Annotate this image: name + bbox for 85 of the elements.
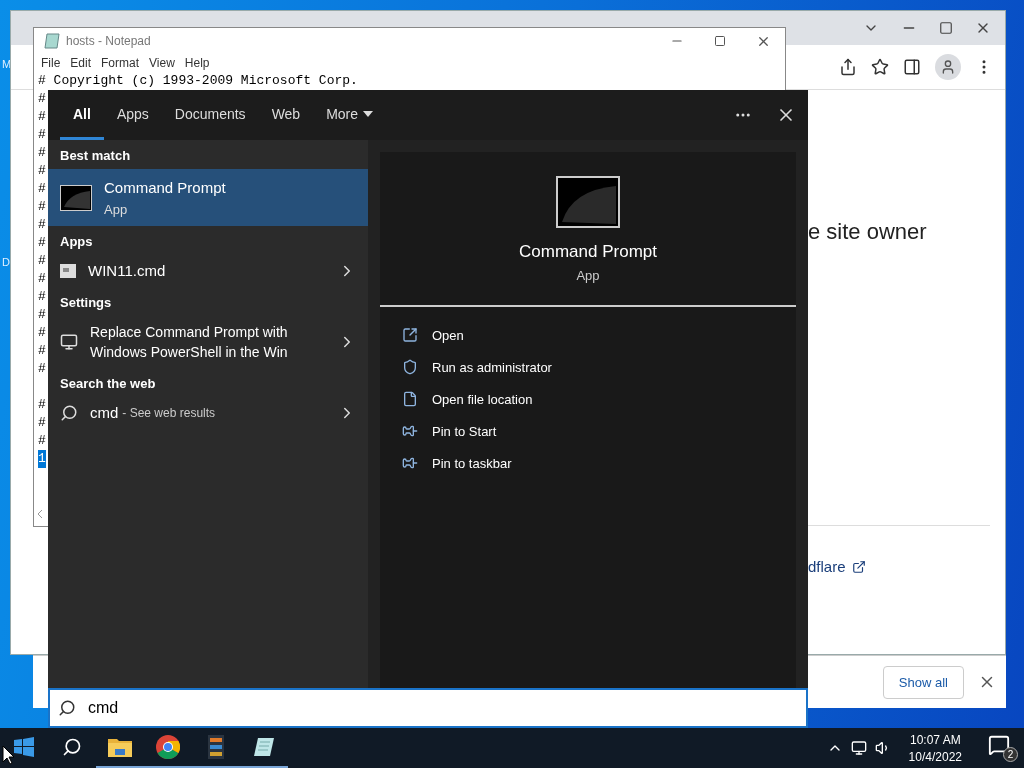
- cursor-icon: [2, 745, 14, 765]
- result-subtitle: App: [104, 202, 129, 217]
- show-all-button[interactable]: Show all: [882, 665, 964, 699]
- text-line: #: [38, 144, 46, 162]
- search-icon: [60, 404, 78, 422]
- menu-item[interactable]: View: [149, 56, 175, 70]
- result-title: Command Prompt: [104, 178, 227, 198]
- profile-avatar[interactable]: [935, 54, 961, 80]
- action-item[interactable]: Pin to Start: [402, 415, 774, 447]
- console-icon: [60, 184, 92, 211]
- caret-icon: [363, 110, 374, 117]
- start-windows-icon[interactable]: [14, 737, 34, 757]
- notepad-icon: [252, 736, 276, 758]
- action-item[interactable]: Run as administrator: [402, 351, 774, 383]
- open-icon: [402, 327, 418, 343]
- menu-item[interactable]: Edit: [70, 56, 92, 70]
- window-title: hosts - Notepad: [66, 34, 152, 48]
- menu-item[interactable]: File: [41, 56, 61, 70]
- maximize-icon[interactable]: [939, 21, 953, 35]
- browser-logo-icon: [156, 735, 180, 759]
- link[interactable]: dflare: [808, 558, 846, 575]
- filter-tab[interactable]: Web: [258, 90, 314, 140]
- result-title: Replace Command Prompt with Windows PowerShell in the Win: [90, 323, 289, 362]
- text-line: #: [38, 342, 46, 360]
- filter-tab[interactable]: More: [313, 90, 387, 140]
- action-item[interactable]: Open file location: [402, 383, 774, 415]
- text-line: #: [38, 288, 46, 306]
- filter-tab[interactable]: Apps: [103, 90, 162, 140]
- result-item[interactable]: cmd - See web results: [48, 397, 368, 429]
- filter-tab[interactable]: Documents: [161, 90, 259, 140]
- text-line: #: [38, 270, 46, 288]
- side-panel-icon[interactable]: [903, 58, 921, 76]
- page-heading: e site owner: [808, 219, 928, 245]
- search-icon: [58, 699, 76, 717]
- text-line: #: [38, 180, 46, 198]
- bookmark-star-icon[interactable]: [871, 58, 889, 76]
- result-hint: - See web results: [122, 406, 216, 420]
- text-line: #: [38, 252, 46, 270]
- share-icon[interactable]: [839, 58, 857, 76]
- action-item[interactable]: Open: [402, 319, 774, 351]
- result-item[interactable]: Replace Command Prompt with Windows PowerShell in the Win: [48, 316, 368, 368]
- text-line: #: [38, 162, 46, 180]
- preview-subtitle: App: [576, 268, 600, 283]
- text-line: #: [38, 216, 46, 234]
- maximize-icon[interactable]: [714, 35, 726, 47]
- script-file-icon: [60, 264, 76, 278]
- monitor-icon: [60, 333, 78, 351]
- app-tile-icon: [208, 735, 224, 759]
- result-item[interactable]: Command Prompt App: [48, 169, 368, 226]
- file-icon: [402, 391, 418, 407]
- text-line: #: [38, 108, 46, 126]
- pin-icon: [402, 455, 418, 471]
- result-item[interactable]: WIN11.cmd: [48, 255, 368, 287]
- external-link-icon[interactable]: [851, 559, 866, 574]
- text-line: #: [38, 198, 46, 216]
- shield-icon: [402, 359, 418, 375]
- folder-icon: [108, 737, 132, 757]
- clock[interactable]: 10:07 AM 10/4/2022: [898, 732, 972, 764]
- text-line: #: [38, 126, 46, 144]
- menu-item[interactable]: Format: [101, 56, 140, 70]
- text-line: #: [38, 234, 46, 252]
- text-line: #: [38, 432, 46, 450]
- text-line: #: [38, 414, 46, 432]
- section-heading: Search the web: [59, 375, 157, 393]
- action-item[interactable]: Pin to taskbar: [402, 447, 774, 479]
- section-heading: Best match: [59, 147, 132, 165]
- menu-item[interactable]: Help: [184, 56, 210, 70]
- section-heading: Settings: [59, 294, 113, 312]
- text-line: #: [38, 324, 46, 342]
- result-title: WIN11.cmd: [88, 261, 167, 281]
- desktop-icon-label: D: [2, 256, 10, 268]
- result-title: cmd: [90, 403, 119, 423]
- text-line: # Copyright (c) 1993-2009 Microsoft Corp.: [38, 72, 358, 90]
- section-heading: Apps: [59, 233, 94, 251]
- text-line: #: [38, 396, 46, 414]
- search-icon[interactable]: [62, 737, 82, 757]
- notepad-icon: [44, 33, 60, 49]
- desktop-icon-label: M: [2, 58, 12, 70]
- text-line: #: [38, 90, 46, 108]
- search-field[interactable]: cmd: [48, 688, 808, 728]
- preview-title: Command Prompt: [519, 242, 657, 262]
- text-line: #: [38, 306, 46, 324]
- text-line: #: [38, 360, 46, 378]
- pin-icon: [402, 423, 418, 439]
- console-icon: [556, 176, 620, 228]
